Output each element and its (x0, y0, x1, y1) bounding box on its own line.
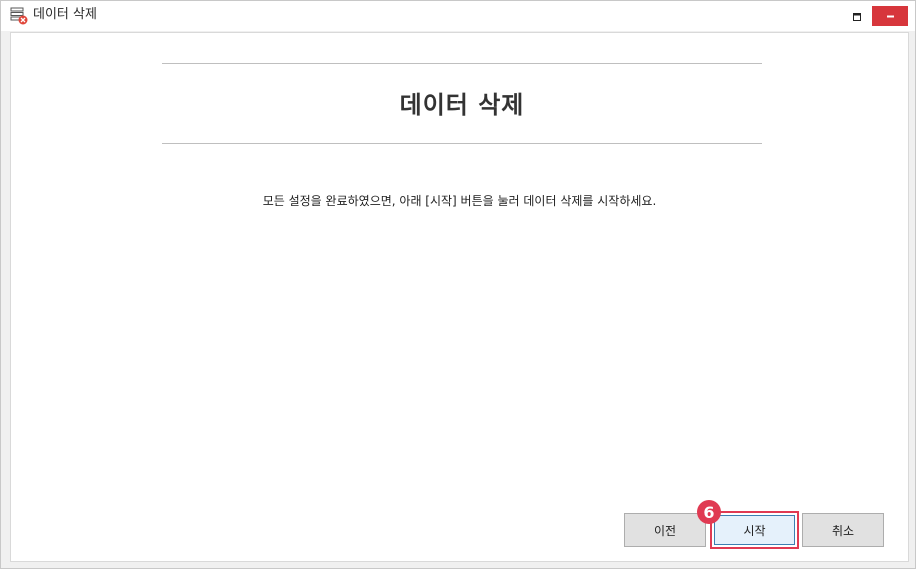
start-button[interactable]: 시작 (714, 515, 795, 545)
cancel-button[interactable]: 취소 (802, 513, 884, 547)
window-title: 데이터 삭제 (33, 7, 97, 22)
divider (162, 63, 762, 64)
restore-icon (852, 7, 862, 26)
title-bar: 데이터 삭제 (1, 1, 915, 31)
content-panel: 데이터 삭제 모든 설정을 완료하였으면, 아래 [시작] 버튼을 눌러 데이터… (10, 32, 909, 562)
app-window: 데이터 삭제 데이터 삭제 모든 설정을 완료하였으면, 아래 [시작] 버튼을… (0, 0, 916, 569)
close-button[interactable] (872, 6, 908, 26)
restore-button[interactable] (843, 6, 871, 26)
close-icon (885, 7, 896, 26)
database-delete-icon (10, 7, 28, 25)
start-button-highlight[interactable]: 시작 (710, 511, 799, 549)
divider (162, 143, 762, 144)
prev-button[interactable]: 이전 (624, 513, 706, 547)
instruction-text: 모든 설정을 완료하였으면, 아래 [시작] 버튼을 눌러 데이터 삭제를 시작… (262, 194, 657, 208)
page-title: 데이터 삭제 (399, 91, 525, 119)
step-number-badge: 6 (697, 500, 721, 524)
